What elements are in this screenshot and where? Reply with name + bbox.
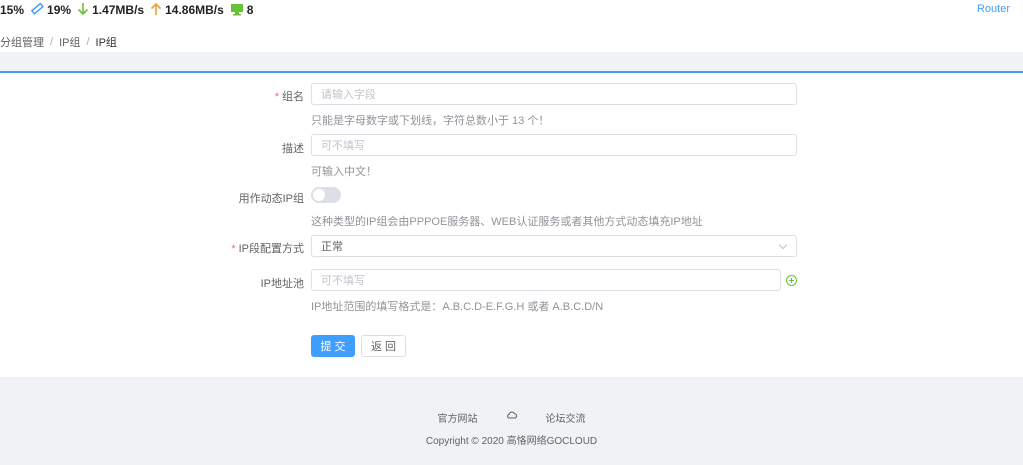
name-input[interactable]: 请输入字段 [311,83,797,105]
toggle-knob [313,189,325,201]
memory-icon [30,2,44,19]
name-hint: 只能是字母数字或下划线，字符总数小于 13 个！ [311,115,550,127]
online-clients: 8 [230,2,254,19]
add-circle-icon[interactable] [786,275,797,286]
chevron-down-icon [778,240,788,250]
desc-label: 描述 [282,143,304,155]
breadcrumb-item-ip-group[interactable]: IP组 [59,34,80,50]
cloud-icon [506,410,518,425]
pool-hint: IP地址范围的填写格式是：A.B.C.D-E.F.G.H 或者 A.B.C.D/… [311,301,604,313]
download-value: 1.47MB/s [92,3,145,17]
forum-link[interactable]: 论坛交流 [546,410,586,425]
memory-usage: 19% [30,2,71,19]
breadcrumb-item-current: IP组 [95,37,117,49]
accent-divider [0,71,1023,73]
required-mark: * [274,91,279,103]
desc-input[interactable]: 可不填写 [311,134,797,156]
back-button[interactable]: 返 回 [361,335,406,357]
tab-bar-band [0,52,1023,71]
required-mark: * [231,243,236,255]
breadcrumb: 分组管理 / IP组 / IP组 [0,34,117,50]
submit-button[interactable]: 提 交 [311,335,355,357]
arrow-down-icon [77,2,89,19]
footer: 官方网站 论坛交流 Copyright © 2020 高恪网络GOCLOUD [0,377,1023,465]
dynamic-label: 用作动态IP组 [238,193,304,205]
status-bar: 15% 19% 1.47MB/s 14.86MB/s 8 [0,0,1023,20]
upload-value: 14.86MB/s [165,3,224,17]
breadcrumb-item-group-mgmt[interactable]: 分组管理 [0,34,44,50]
download-speed: 1.47MB/s [77,2,144,19]
breadcrumb-separator: / [86,36,90,48]
monitor-icon [230,2,244,19]
pool-label: IP地址池 [260,278,304,290]
dynamic-toggle[interactable] [311,187,341,203]
router-link[interactable]: Router [977,3,1010,15]
clients-value: 8 [246,3,254,17]
upload-speed: 14.86MB/s [150,2,224,19]
name-label: * 组名 [274,91,304,103]
desc-hint: 可输入中文！ [311,166,377,178]
dynamic-hint: 这种类型的IP组会由PPPOE服务器、WEB认证服务或者其他方式动态填充IP地址 [311,216,703,228]
cpu-value: 15% [0,3,25,17]
mode-label: * IP段配置方式 [231,243,304,255]
pool-input[interactable]: 可不填写 [311,269,781,291]
copyright: Copyright © 2020 高恪网络GOCLOUD [425,436,598,447]
cpu-usage: 15% [0,3,24,17]
arrow-up-icon [150,2,162,19]
memory-value: 19% [47,3,72,17]
footer-links: 官方网站 论坛交流 [0,410,1023,425]
breadcrumb-separator: / [50,36,54,48]
mode-select[interactable]: 正常 [311,235,797,257]
official-site-link[interactable]: 官方网站 [438,410,478,425]
